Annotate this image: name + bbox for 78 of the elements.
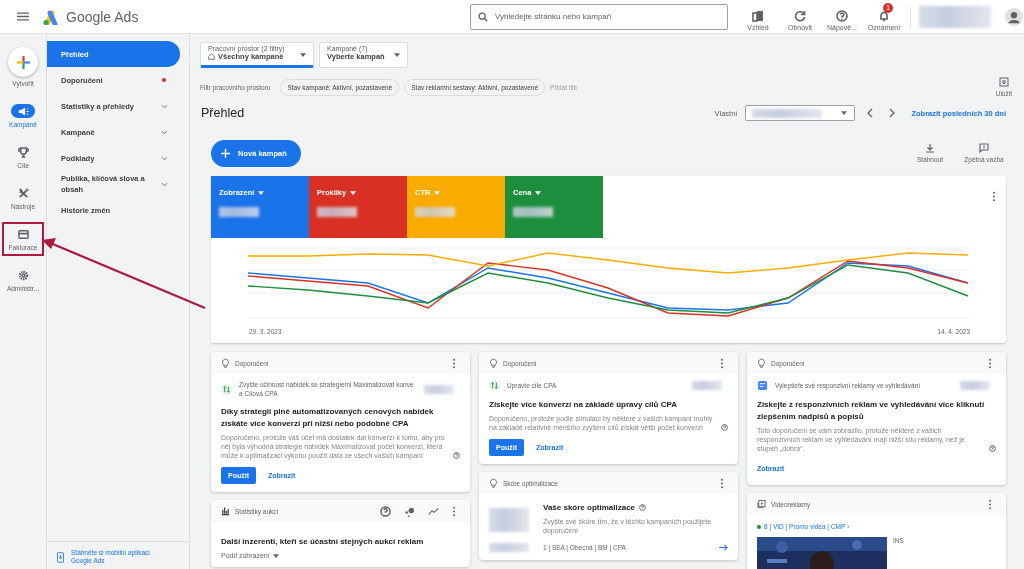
megaphone-icon	[17, 105, 29, 117]
card-icon	[17, 228, 29, 240]
score-title: Vaše skóre optimalizace	[543, 502, 636, 514]
chevron-icon	[161, 103, 168, 109]
ad-icon	[757, 380, 768, 391]
lightbulb-icon	[489, 478, 498, 488]
recommendation-title: Získejte více konverzí na základě úpravy cílů CPA	[489, 399, 678, 411]
help-icon[interactable]	[380, 505, 391, 517]
feedback-icon	[979, 142, 989, 153]
logo-icon	[42, 8, 60, 25]
redacted-account	[919, 5, 991, 28]
caret-icon	[258, 190, 265, 195]
next-icon[interactable]	[889, 108, 896, 118]
caret-icon	[300, 53, 306, 57]
redacted-value	[513, 207, 553, 217]
help-icon[interactable]	[639, 504, 647, 511]
caret-icon	[841, 111, 848, 115]
section-title: Další inzerenti, kteří se účastní stejných aukcí reklam	[221, 536, 425, 548]
previous-icon[interactable]	[867, 108, 874, 118]
help-icon[interactable]	[989, 445, 996, 452]
redacted-value	[960, 381, 990, 390]
search-field[interactable]: Vyhledejte stránku nebo kampaň	[470, 3, 728, 30]
arrows-icon	[489, 380, 500, 391]
columns-icon	[752, 9, 764, 22]
chevron-icon	[161, 181, 168, 187]
redacted-score	[489, 508, 529, 532]
more-icon[interactable]	[720, 357, 724, 369]
lightbulb-icon	[221, 358, 230, 368]
more-icon[interactable]	[992, 191, 996, 202]
lightbulb-icon	[489, 358, 498, 368]
help-icon[interactable]	[721, 424, 728, 431]
redacted-value	[317, 207, 357, 217]
settings-icon	[17, 269, 29, 281]
help-icon[interactable]	[453, 452, 460, 459]
trend-icon[interactable]	[428, 505, 439, 517]
save-icon	[998, 77, 1009, 87]
home-icon	[208, 53, 215, 60]
redacted-value	[692, 381, 722, 390]
alert-dot	[162, 78, 166, 82]
caret-icon	[272, 553, 279, 558]
recommendation-title: Díky strategii plně automatizovaných cenových nabídek získáte více konverzí při nižší nebo podobné CPA	[221, 406, 435, 430]
more-icon[interactable]	[720, 477, 724, 489]
bell-icon	[878, 9, 890, 22]
lightbulb-icon	[757, 358, 766, 368]
more-icon[interactable]	[452, 505, 456, 517]
trophy-icon	[17, 146, 29, 158]
caret-icon	[393, 53, 400, 57]
caret-icon	[350, 190, 357, 195]
bar-chart-icon	[221, 506, 230, 516]
refresh-icon	[794, 9, 806, 22]
date-range-dropdown[interactable]	[745, 105, 856, 121]
search-icon	[478, 11, 488, 22]
more-icon[interactable]	[452, 357, 456, 369]
app-title: Google Ads	[66, 8, 139, 25]
redacted-score	[489, 543, 529, 552]
tools-icon	[17, 187, 29, 199]
help-icon	[836, 9, 848, 22]
redacted-value	[424, 384, 454, 394]
arrow-icon[interactable]	[719, 544, 728, 551]
chevron-icon	[161, 129, 168, 135]
caret-icon	[434, 190, 441, 195]
download-icon	[925, 142, 935, 153]
scatter-icon[interactable]	[404, 505, 415, 517]
avatar-icon[interactable]	[1005, 7, 1023, 26]
more-icon[interactable]	[988, 498, 992, 510]
plus-icon	[221, 148, 230, 158]
chevron-icon	[161, 155, 168, 161]
video-icon	[757, 499, 766, 509]
arrows-icon	[221, 383, 232, 395]
redacted-value	[415, 207, 455, 217]
caret-icon	[535, 190, 542, 195]
page-title: Přehled	[201, 106, 246, 120]
more-icon[interactable]	[988, 357, 992, 369]
recommendation-title: Získejte z responzivních reklam ve vyhledávání více kliknutí zlepšením nadpisů a popisů	[757, 399, 986, 423]
menu-icon[interactable]	[17, 12, 29, 21]
phone-icon	[57, 551, 64, 563]
redacted-value	[219, 207, 259, 217]
plus-icon	[15, 54, 31, 70]
